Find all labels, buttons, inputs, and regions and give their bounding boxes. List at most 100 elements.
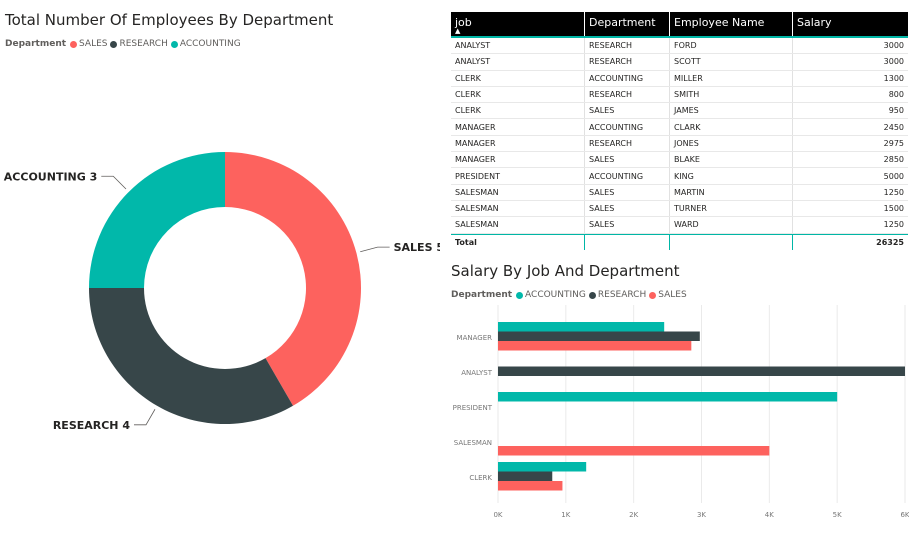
x-tick-label: 6K [900,511,909,519]
donut-legend-item-sales[interactable]: SALES [70,39,107,49]
table-row[interactable]: SALESMAN SALES TURNER 1500 [451,200,908,218]
x-tick-label: 2K [629,511,638,519]
table-body: ANALYST RESEARCH FORD 3000 ANALYST RESEARCH SC… [451,38,908,234]
table-row[interactable]: SALESMAN SALES MARTIN 1250 [451,184,908,201]
legend-dot-icon [649,291,657,299]
x-tick-label: 1K [561,511,570,519]
table-cell: MANAGER [451,135,585,152]
table-cell: MANAGER [451,152,585,168]
table-cell: ACCOUNTING [585,119,670,135]
sort-ascending-icon[interactable]: ▲ [455,28,460,35]
table-cell: 1500 [883,204,904,214]
bar-manager-accounting [498,322,665,332]
donut-leader-line [360,246,390,253]
table-row[interactable]: ANALYST RESEARCH FORD 3000 [451,38,908,55]
bar-president-accounting [498,392,838,402]
legend-dot-icon [70,40,78,48]
table-cell: JONES [670,135,793,152]
legend-label: SALES [79,39,108,49]
table-cell: MANAGER [451,119,585,135]
table-cell: RESEARCH [585,86,670,103]
table-row[interactable]: ANALYST RESEARCH SCOTT 3000 [451,54,908,71]
table-cell: PRESIDENT [451,168,585,184]
bar-legend: Department ACCOUNTING RESEARCH SALES [451,290,690,300]
table-cell: CLERK [451,103,585,119]
donut-legend-item-research[interactable]: RESEARCH [110,39,168,49]
bar-analyst-research [498,366,905,376]
table-cell: RESEARCH [585,135,670,152]
column-header-job[interactable]: job ▲ [451,12,585,36]
table-cell: 2975 [883,138,904,148]
donut-slice-research [89,288,293,424]
table-cell: TURNER [670,200,793,217]
donut-leader-line [101,175,127,190]
table-header: job ▲ Department Employee Name Salary [451,12,908,38]
y-category-label: MANAGER [457,334,493,342]
table-cell: WARD [670,217,793,233]
table-cell: 5000 [883,171,904,181]
table-cell: SALES [585,200,670,217]
table-cell: 3000 [883,57,904,67]
legend-dot-icon [170,40,178,48]
table-row[interactable]: CLERK SALES JAMES 950 [451,103,908,120]
table-row[interactable]: MANAGER SALES BLAKE 2850 [451,152,908,169]
table-cell: MILLER [670,70,793,86]
bar-legend-item-sales[interactable]: SALES [649,290,687,300]
bar-legend-item-research[interactable]: RESEARCH [588,290,647,300]
bar-chart: 0K 1K 2K 3K 4K 5K 6K MANAGER ANALYST PRESIDENT SAL… [453,305,909,519]
table-cell: SALES [585,217,670,233]
table-cell: ACCOUNTING [585,168,670,184]
table-cell: ANALYST [451,38,585,54]
legend-dot-icon [516,291,524,299]
table-row[interactable]: CLERK RESEARCH SMITH 800 [451,86,908,104]
bar-legend-item-accounting[interactable]: ACCOUNTING [516,290,586,300]
table-total-row: Total 26325 [451,233,908,250]
total-cell-empty [670,234,793,250]
bar-clerk-research [498,471,553,481]
donut-data-label: RESEARCH 4 [53,419,131,432]
table-cell: KING [670,168,793,184]
column-header-salary[interactable]: Salary [793,12,908,36]
donut-slice-accounting [89,152,225,288]
bar-legend-title: Department [451,290,513,300]
table-cell: BLAKE [670,152,793,168]
legend-dot-icon [110,40,118,48]
table-cell: 950 [888,106,904,116]
table-cell: SMITH [670,86,793,103]
table-row[interactable]: SALESMAN SALES WARD 1250 [451,217,908,234]
table-cell: CLERK [451,70,585,86]
table-cell: CLERK [451,86,585,103]
x-tick-label: 5K [833,511,842,519]
y-category-label: CLERK [469,474,492,482]
table-row[interactable]: PRESIDENT ACCOUNTING KING 5000 [451,168,908,185]
total-cell-empty [585,234,670,250]
bar-manager-sales [498,341,692,351]
table-cell: SALES [585,184,670,200]
bar-chart-title: Salary By Job And Department [451,262,680,280]
table-cell: MARTIN [670,184,793,200]
table-cell: ACCOUNTING [585,70,670,86]
x-tick-label: 0K [493,511,502,519]
y-category-label: ANALYST [461,369,493,377]
x-tick-label: 3K [697,511,706,519]
table-cell: SALESMAN [451,184,585,200]
employee-table: job ▲ Department Employee Name Salary AN… [451,12,908,250]
table-cell: JAMES [670,103,793,119]
donut-data-label: SALES 5 [394,241,440,254]
bar-clerk-accounting [498,462,587,472]
donut-legend-item-accounting[interactable]: ACCOUNTING [170,39,241,49]
donut-data-label: ACCOUNTING 3 [4,170,97,183]
table-row[interactable]: MANAGER RESEARCH JONES 2975 [451,135,908,153]
column-header-department[interactable]: Department [585,12,670,36]
legend-label: ACCOUNTING [525,290,586,300]
table-cell: FORD [670,38,793,54]
legend-label: RESEARCH [119,39,168,49]
table-cell: ANALYST [451,54,585,70]
y-category-label: SALESMAN [454,439,492,447]
table-row[interactable]: CLERK ACCOUNTING MILLER 1300 [451,70,908,87]
table-cell: 1250 [883,187,904,197]
legend-label: RESEARCH [597,290,647,300]
table-cell: 1300 [883,73,904,83]
column-header-employee-name[interactable]: Employee Name [670,12,793,36]
table-row[interactable]: MANAGER ACCOUNTING CLARK 2450 [451,119,908,136]
